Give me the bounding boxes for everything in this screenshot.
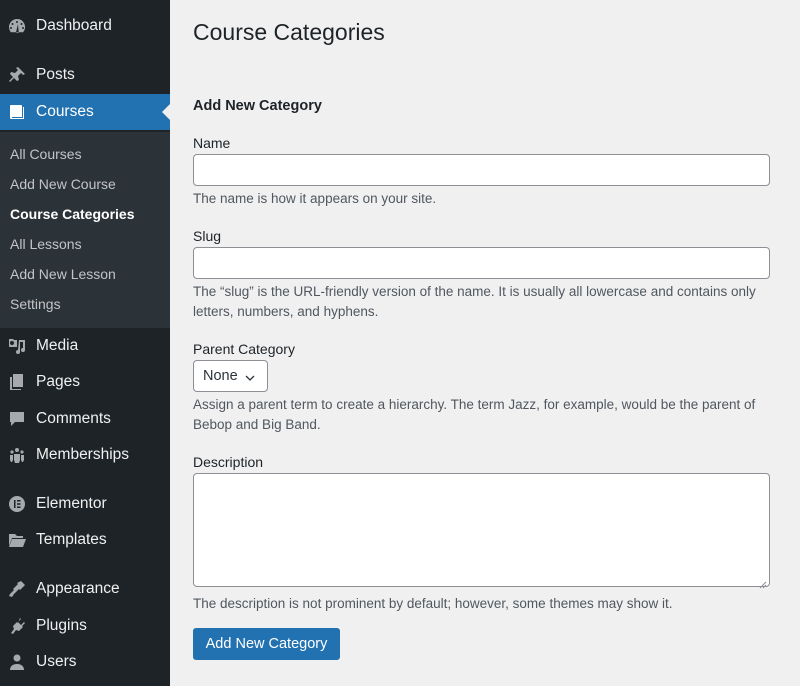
plug-icon bbox=[6, 616, 28, 636]
menu-label: Posts bbox=[36, 66, 75, 83]
name-label: Name bbox=[193, 135, 231, 151]
menu-item-elementor[interactable]: Elementor bbox=[0, 486, 170, 522]
submenu-add-new-course[interactable]: Add New Course bbox=[10, 176, 116, 192]
submenu-all-lessons[interactable]: All Lessons bbox=[10, 236, 82, 252]
submenu-course-categories[interactable]: Course Categories bbox=[10, 206, 134, 222]
submenu-all-courses[interactable]: All Courses bbox=[10, 146, 82, 162]
courses-submenu: All Courses Add New Course Course Catego… bbox=[0, 132, 170, 328]
name-input[interactable] bbox=[193, 154, 770, 186]
add-new-category-button[interactable]: Add New Category bbox=[193, 628, 340, 660]
name-help: The name is how it appears on your site. bbox=[193, 191, 437, 206]
menu-label: Users bbox=[36, 653, 77, 670]
submenu-settings[interactable]: Settings bbox=[10, 296, 61, 312]
menu-item-templates[interactable]: Templates bbox=[0, 522, 170, 558]
user-icon bbox=[6, 652, 28, 672]
menu-item-pages[interactable]: Pages bbox=[0, 364, 170, 400]
slug-input[interactable] bbox=[193, 247, 770, 279]
chevron-down-icon bbox=[245, 371, 255, 381]
book-icon bbox=[6, 102, 28, 122]
menu-label: Pages bbox=[36, 373, 80, 390]
menu-item-courses[interactable]: Courses bbox=[0, 94, 170, 130]
paintbrush-icon bbox=[6, 579, 28, 599]
menu-item-posts[interactable]: Posts bbox=[0, 57, 170, 93]
menu-item-plugins[interactable]: Plugins bbox=[0, 608, 170, 644]
admin-sidebar: Dashboard Posts Courses All Courses Add … bbox=[0, 0, 170, 686]
menu-label: Plugins bbox=[36, 617, 87, 634]
media-icon bbox=[6, 336, 28, 356]
parent-category-select[interactable]: None bbox=[193, 360, 268, 392]
description-textarea[interactable] bbox=[193, 473, 770, 589]
menu-label: Memberships bbox=[36, 446, 130, 463]
menu-item-appearance[interactable]: Appearance bbox=[0, 571, 170, 607]
section-title: Add New Category bbox=[193, 98, 322, 114]
menu-label: Courses bbox=[36, 103, 94, 120]
menu-label: Elementor bbox=[36, 495, 107, 512]
groups-icon bbox=[6, 445, 28, 465]
menu-item-media[interactable]: Media bbox=[0, 328, 170, 364]
menu-item-dashboard[interactable]: Dashboard bbox=[0, 8, 170, 44]
elementor-icon bbox=[6, 494, 28, 514]
menu-label: Dashboard bbox=[36, 17, 112, 34]
menu-label: Templates bbox=[36, 531, 107, 548]
folder-icon bbox=[6, 530, 28, 550]
resize-handle-icon[interactable] bbox=[759, 576, 767, 589]
dashboard-icon bbox=[6, 16, 28, 36]
slug-help: The “slug” is the URL-friendly version o… bbox=[193, 284, 756, 319]
menu-item-memberships[interactable]: Memberships bbox=[0, 437, 170, 473]
parent-category-label: Parent Category bbox=[193, 341, 295, 357]
description-help: The description is not prominent by defa… bbox=[193, 596, 673, 611]
comment-icon bbox=[6, 409, 28, 429]
description-label: Description bbox=[193, 454, 264, 470]
page-title: Course Categories bbox=[193, 19, 385, 45]
menu-item-comments[interactable]: Comments bbox=[0, 401, 170, 437]
parent-category-value: None bbox=[203, 368, 238, 384]
pages-icon bbox=[6, 372, 28, 392]
menu-item-users[interactable]: Users bbox=[0, 644, 170, 680]
slug-label: Slug bbox=[193, 228, 222, 244]
pushpin-icon bbox=[6, 65, 28, 85]
submenu-add-new-lesson[interactable]: Add New Lesson bbox=[10, 266, 116, 282]
menu-label: Media bbox=[36, 337, 79, 354]
menu-label: Comments bbox=[36, 410, 111, 427]
parent-category-help: Assign a parent term to create a hierarc… bbox=[193, 397, 756, 432]
menu-label: Appearance bbox=[36, 580, 120, 597]
